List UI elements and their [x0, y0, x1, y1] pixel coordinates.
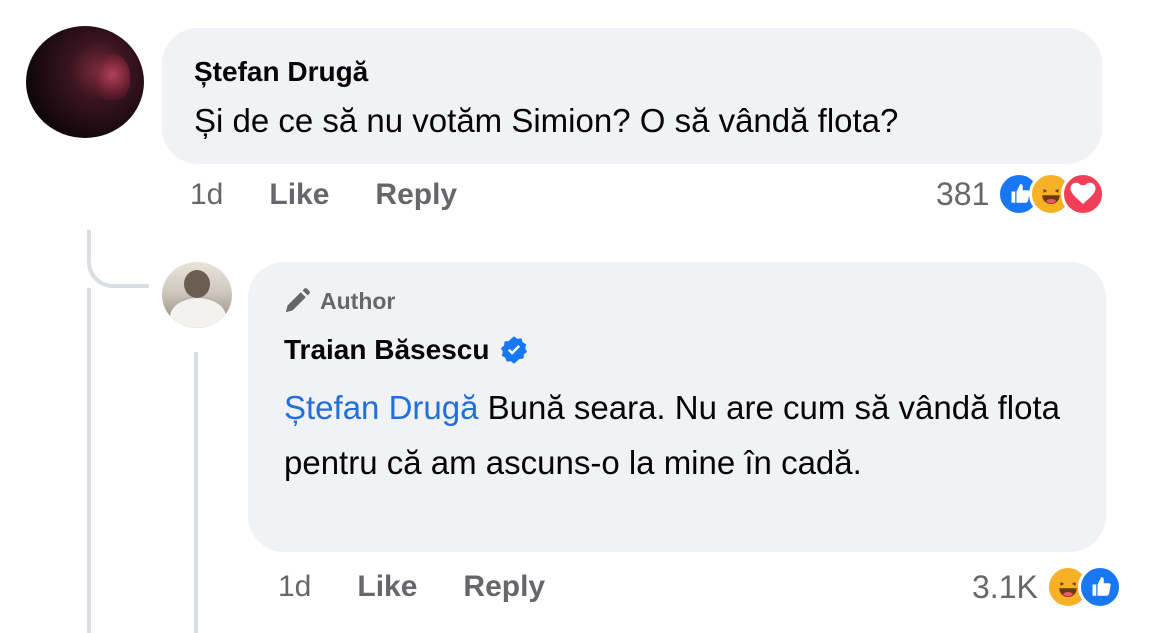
avatar-figure — [96, 54, 130, 100]
love-icon — [1061, 172, 1106, 216]
reaction-summary[interactable]: 381 — [936, 172, 1106, 216]
reply-button[interactable]: Reply — [463, 570, 545, 604]
reply-reaction-summary[interactable]: 3.1K — [972, 565, 1122, 609]
reaction-icons — [997, 172, 1106, 216]
reply-timestamp[interactable]: 1d — [278, 570, 311, 604]
comment-author-name[interactable]: Ștefan Drugă — [194, 56, 368, 88]
comment-bubble: Ștefan Drugă Și de ce să nu votăm Simion… — [162, 28, 1102, 164]
reply-button[interactable]: Reply — [375, 178, 457, 212]
reply-bubble: Author Traian Băsescu Ștefan Drugă Bună … — [248, 262, 1106, 552]
reply-actions: 1d Like Reply — [278, 570, 545, 604]
avatar-body — [170, 296, 226, 328]
like-button[interactable]: Like — [357, 570, 417, 604]
thread-connector-line — [87, 288, 91, 633]
author-badge-label: Author — [320, 287, 396, 314]
reply-author-name[interactable]: Traian Băsescu — [284, 334, 489, 366]
author-badge: Author — [282, 286, 395, 316]
reply-avatar[interactable] — [162, 262, 232, 328]
reply-text: Ștefan Drugă Bună seara. Nu are cum să v… — [284, 380, 1084, 490]
pencil-icon — [285, 288, 310, 313]
reply-thread-line — [194, 352, 198, 633]
comment-thread: Ștefan Drugă Și de ce să nu votăm Simion… — [0, 0, 1170, 633]
reply-author: Traian Băsescu — [284, 334, 529, 366]
like-button[interactable]: Like — [269, 178, 329, 212]
reaction-count: 3.1K — [972, 568, 1038, 605]
thread-connector-curve — [87, 230, 149, 288]
avatar[interactable] — [26, 26, 144, 138]
verified-badge-icon — [501, 336, 528, 364]
like-icon — [1077, 565, 1122, 609]
mention-link[interactable]: Ștefan Drugă — [284, 389, 478, 426]
reaction-count: 381 — [936, 175, 990, 212]
comment-text: Și de ce să nu votăm Simion? O să vândă … — [194, 102, 899, 139]
comment-timestamp[interactable]: 1d — [190, 178, 223, 212]
avatar-head — [184, 270, 210, 298]
reaction-icons — [1045, 565, 1122, 609]
comment-actions: 1d Like Reply — [190, 178, 457, 212]
